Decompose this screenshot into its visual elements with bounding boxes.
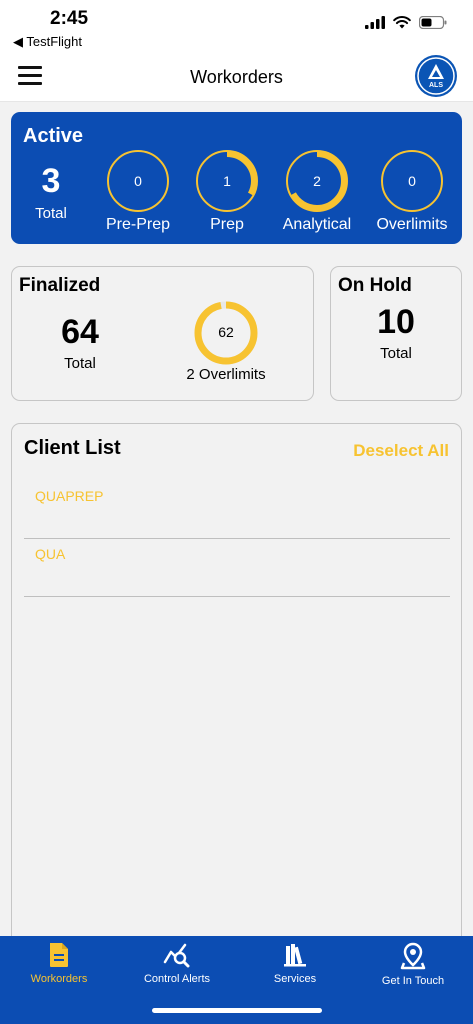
tab-services-label: Services [273,973,317,985]
finalized-total-value: 64 [61,313,99,351]
active-title: Active [23,125,84,147]
client-list-panel: Client List Deselect All QUAPREP QUA [11,423,462,963]
finalized-overlimits-label: 2 Overlimits [186,366,266,383]
client-list: QUAPREP QUA [24,481,450,597]
cellular-signal-icon [365,16,385,29]
chart-search-icon [163,943,190,968]
overlimits-value: 0 [408,173,416,189]
client-list-item[interactable]: QUAPREP [24,481,450,539]
stage-overlimits[interactable]: 0 Overlimits [362,150,462,240]
on-hold-summary-card[interactable]: On Hold 10 Total [330,266,462,401]
on-hold-title: On Hold [338,275,412,296]
tab-control-alerts[interactable]: Control Alerts [118,942,236,998]
prep-value: 1 [223,173,231,189]
stage-prep[interactable]: 1 Prep [177,150,277,240]
overlimits-label: Overlimits [376,216,448,233]
document-icon [50,943,68,967]
active-summary-card[interactable]: Active 3 Total 0 Pre-Prep 1 Prep 2 Analy… [11,112,462,244]
status-icons [365,16,447,29]
books-icon [284,944,306,967]
finalized-ring-value: 62 [218,324,234,340]
finalized-summary-card[interactable]: Finalized 64 Total 62 2 Overlimits [11,266,314,401]
stage-pre-prep[interactable]: 0 Pre-Prep [88,150,188,240]
back-to-testflight-link[interactable]: ◀ TestFlight [13,34,82,50]
status-bar: 2:45 ◀ TestFlight [0,0,473,56]
finalized-title: Finalized [19,275,101,296]
location-pin-icon [400,942,426,970]
prep-label: Prep [210,216,244,233]
als-logo: ALS [415,55,457,97]
pre-prep-label: Pre-Prep [105,216,171,233]
logo-text: ALS [429,82,443,89]
tab-get-in-touch[interactable]: Get In Touch [354,942,472,998]
pre-prep-value: 0 [134,173,142,189]
home-indicator [152,1008,322,1013]
on-hold-total-value: 10 [377,303,415,341]
tab-services[interactable]: Services [236,942,354,998]
status-time: 2:45 [50,8,89,29]
tab-workorders-label: Workorders [30,973,88,985]
analytical-value: 2 [313,173,321,189]
wifi-icon [393,16,411,29]
page-title: Workorders [190,67,283,87]
finalized-total-label: Total [64,355,96,372]
deselect-all-button[interactable]: Deselect All [353,441,449,461]
tab-control-alerts-label: Control Alerts [143,973,211,985]
battery-icon [419,16,447,29]
tab-workorders[interactable]: Workorders [0,942,118,998]
stage-analytical[interactable]: 2 Analytical [267,150,367,240]
analytical-label: Analytical [282,216,352,233]
client-list-item[interactable]: QUA [24,539,450,597]
client-list-title: Client List [24,437,121,459]
active-total-label: Total [35,205,67,222]
on-hold-total-label: Total [380,345,412,362]
navigation-bar: Workorders ALS [0,55,473,102]
dashboard-content: Active 3 Total 0 Pre-Prep 1 Prep 2 Analy… [0,102,473,963]
tab-get-in-touch-label: Get In Touch [381,975,445,987]
active-total-value: 3 [41,162,61,200]
